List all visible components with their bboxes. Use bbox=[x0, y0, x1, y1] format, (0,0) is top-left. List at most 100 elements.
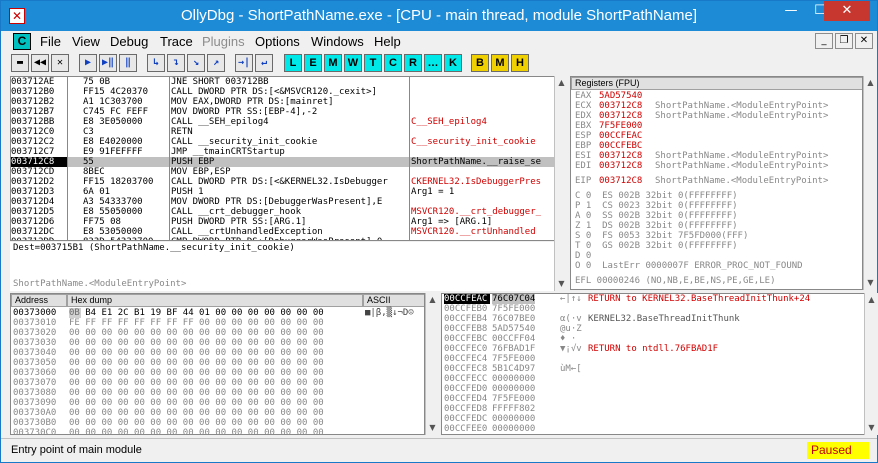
registers-scrollbar[interactable]: ▲ ▼ bbox=[863, 76, 877, 290]
dump-row[interactable]: 00373030 00 00 00 00 00 00 00 00 00 00 00… bbox=[13, 338, 423, 348]
cpu-window-button[interactable]: C bbox=[384, 54, 402, 72]
dump-address-header[interactable]: Address bbox=[11, 294, 67, 307]
trace-over-button[interactable]: ↗ bbox=[207, 54, 225, 72]
stack-row[interactable]: 00CCFED4 7F5FE000 bbox=[442, 394, 864, 404]
stack-row[interactable]: 00CCFEB8 5AD57540 @u·Z bbox=[442, 324, 864, 334]
flag-segment-row[interactable]: A 0 SS 002B 32bit 0(FFFFFFFF) bbox=[575, 211, 860, 221]
scroll-up-icon[interactable]: ▲ bbox=[555, 76, 568, 90]
dump-row[interactable]: 003730A0 00 00 00 00 00 00 00 00 00 00 00… bbox=[13, 408, 423, 418]
stack-pane[interactable]: 00CCFEAC 76C07C04 ←|↑↓ RETURN to KERNEL32.B… bbox=[441, 293, 865, 435]
run-thread-button[interactable]: ▶‖ bbox=[99, 54, 117, 72]
register-row[interactable]: EBP 00CCFEBC bbox=[575, 141, 860, 151]
disassembler-pane[interactable]: 003712AE 75 0B JNE SHORT 003712BB 003712B0 F… bbox=[10, 76, 557, 241]
menu-options[interactable]: Options bbox=[255, 34, 300, 49]
stack-row[interactable]: 00CCFEC4 7F5FE000 bbox=[442, 354, 864, 364]
modules-window-button[interactable]: E bbox=[304, 54, 322, 72]
stack-row[interactable]: 00CCFEC0 76FBAD1F ▼¡√v RETURN to ntdll.76FB… bbox=[442, 344, 864, 354]
disasm-row[interactable]: 003712C7 E9 91FEFFFF JMP __tmainCRTStartup bbox=[11, 147, 556, 157]
disasm-row[interactable]: 003712D6 FF75 08 PUSH DWORD PTR SS:[ARG.1]… bbox=[11, 217, 556, 227]
disasm-row[interactable]: 003712DD 833D 54333700CMP DWORD PTR DS:[D… bbox=[11, 237, 556, 240]
dump-row[interactable]: 00373020 00 00 00 00 00 00 00 00 00 00 00… bbox=[13, 328, 423, 338]
mdi-close-button[interactable]: ✕ bbox=[855, 33, 873, 49]
flag-segment-row[interactable]: Z 1 DS 002B 32bit 0(FFFFFFFF) bbox=[575, 221, 860, 231]
flag-segment-row[interactable]: D 0 bbox=[575, 251, 860, 261]
dump-row[interactable]: 00373080 00 00 00 00 00 00 00 00 00 00 00… bbox=[13, 388, 423, 398]
scroll-down-icon[interactable]: ▼ bbox=[864, 276, 877, 290]
register-row[interactable]: ECX 003712C8 ShortPathName.<ModuleEntryPoi… bbox=[575, 101, 860, 111]
register-row[interactable]: EBX 7F5FE000 bbox=[575, 121, 860, 131]
register-row[interactable]: EDX 003712C8 ShortPathName.<ModuleEntryPoi… bbox=[575, 111, 860, 121]
disasm-row[interactable]: 003712B2 A1 1C303700 MOV EAX,DWORD PTR DS:… bbox=[11, 97, 556, 107]
menu-debug[interactable]: Debug bbox=[110, 34, 148, 49]
run-button[interactable]: ▶ bbox=[79, 54, 97, 72]
stack-row[interactable]: 00CCFEB0 7F5FE000 bbox=[442, 304, 864, 314]
flag-segment-row[interactable]: S 0 FS 0053 32bit 7F5FD000(FFF) bbox=[575, 231, 860, 241]
trace-into-button[interactable]: ↘ bbox=[187, 54, 205, 72]
disasm-row[interactable]: 003712CD 8BEC MOV EBP,ESP bbox=[11, 167, 556, 177]
memory-breakpoints-button[interactable]: M bbox=[491, 54, 509, 72]
log-window-button[interactable]: L bbox=[284, 54, 302, 72]
stack-row[interactable]: 00CCFED0 00000000 bbox=[442, 384, 864, 394]
flag-segment-row[interactable]: T 0 GS 002B 32bit 0(FFFFFFFF) bbox=[575, 241, 860, 251]
references-window-button[interactable]: R bbox=[404, 54, 422, 72]
restart-button[interactable]: ◀◀ bbox=[31, 54, 49, 72]
disasm-row[interactable]: 003712B0 FF15 4C20370 CALL DWORD PTR DS:[<… bbox=[11, 87, 556, 97]
close-window-button[interactable]: ✕ bbox=[824, 1, 870, 21]
disasm-row[interactable]: 003712AE 75 0B JNE SHORT 003712BB bbox=[11, 77, 556, 87]
windows-window-button[interactable]: W bbox=[344, 54, 362, 72]
scroll-up-icon[interactable]: ▲ bbox=[865, 293, 878, 307]
dump-pane[interactable]: Address Hex dump ASCII 00373000 0B B4 E1 … bbox=[10, 293, 425, 435]
open-file-button[interactable]: ▬ bbox=[11, 54, 29, 72]
close-program-button[interactable]: ✕ bbox=[51, 54, 69, 72]
stack-row[interactable]: 00CCFED8 FFFFF802 bbox=[442, 404, 864, 414]
menu-file[interactable]: File bbox=[40, 34, 61, 49]
call-stack-button[interactable]: K bbox=[444, 54, 462, 72]
disasm-row[interactable]: 003712D5 E8 55050000 CALL __crt_debugger_h… bbox=[11, 207, 556, 217]
dump-row[interactable]: 003730B0 00 00 00 00 00 00 00 00 00 00 00… bbox=[13, 418, 423, 428]
register-row[interactable]: ESI 003712C8 ShortPathName.<ModuleEntryPoi… bbox=[575, 151, 860, 161]
dump-row[interactable]: 00373010 FE FF FF FF FF FF FF FF 00 00 00… bbox=[13, 318, 423, 328]
stack-row[interactable]: 00CCFEE4F59E7001 @p×$ bbox=[442, 434, 864, 435]
scroll-down-icon[interactable]: ▼ bbox=[865, 421, 878, 435]
dump-row[interactable]: 00373040 00 00 00 00 00 00 00 00 00 00 00… bbox=[13, 348, 423, 358]
menu-plugins[interactable]: Plugins bbox=[202, 34, 245, 49]
efl-row[interactable]: EFL 00000246 (NO,NB,E,BE,NS,PE,GE,LE) bbox=[575, 276, 860, 286]
disasm-row[interactable]: 003712C8 55 PUSH EBP ShortPathName.__raise_… bbox=[11, 157, 556, 167]
disasm-row[interactable]: 003712C0 C3 RETN bbox=[11, 127, 556, 137]
pause-button[interactable]: ‖ bbox=[119, 54, 137, 72]
dump-row[interactable]: 00373090 00 00 00 00 00 00 00 00 00 00 00… bbox=[13, 398, 423, 408]
stack-scrollbar[interactable]: ▲ ▼ bbox=[864, 293, 878, 435]
menu-trace[interactable]: Trace bbox=[160, 34, 193, 49]
dump-scrollbar[interactable]: ▲ ▼ bbox=[425, 293, 439, 435]
registers-title[interactable]: Registers (FPU) bbox=[571, 77, 862, 90]
menu-help[interactable]: Help bbox=[374, 34, 401, 49]
flag-segment-row[interactable]: P 1 CS 0023 32bit 0(FFFFFFFF) bbox=[575, 201, 860, 211]
menu-windows[interactable]: Windows bbox=[311, 34, 364, 49]
title-bar[interactable]: ✕ OllyDbg - ShortPathName.exe - [CPU - m… bbox=[1, 1, 877, 31]
hardware-breakpoints-button[interactable]: H bbox=[511, 54, 529, 72]
disasm-row[interactable]: 003712B7 C745 FC FEFF MOV DWORD PTR SS:[EB… bbox=[11, 107, 556, 117]
scroll-down-icon[interactable]: ▼ bbox=[426, 421, 439, 435]
stack-row[interactable]: 00CCFEDC 00000000 bbox=[442, 414, 864, 424]
dump-row[interactable]: 00373060 00 00 00 00 00 00 00 00 00 00 00… bbox=[13, 368, 423, 378]
mdi-minimize-button[interactable]: _ bbox=[815, 33, 833, 49]
disasm-row[interactable]: 003712DC E8 53050000 CALL __crtUnhandledEx… bbox=[11, 227, 556, 237]
breakpoints-button[interactable]: B bbox=[471, 54, 489, 72]
disasm-row[interactable]: 003712C2 E8 E4020000 CALL __security_init_… bbox=[11, 137, 556, 147]
stack-row[interactable]: 00CCFEC8 5B1C4D97 ùM←[ bbox=[442, 364, 864, 374]
disasm-row[interactable]: 003712D2 FF15 18203700 CALL DWORD PTR DS:[… bbox=[11, 177, 556, 187]
cpu-window-icon[interactable]: C bbox=[13, 33, 31, 50]
stack-row[interactable]: 00CCFEAC 76C07C04 ←|↑↓ RETURN to KERNEL32.B… bbox=[442, 294, 864, 304]
dump-hex-header[interactable]: Hex dump bbox=[67, 294, 363, 307]
registers-pane[interactable]: Registers (FPU) EAX 5AD57540 ECX 003712C8 Sh… bbox=[570, 76, 863, 290]
step-over-button[interactable]: ↴ bbox=[167, 54, 185, 72]
scroll-down-icon[interactable]: ▼ bbox=[555, 277, 568, 291]
register-row[interactable]: EIP 003712C8 ShortPathName.<ModuleEntryPoi… bbox=[575, 176, 860, 186]
mdi-restore-button[interactable]: ❐ bbox=[835, 33, 853, 49]
stack-row[interactable]: 00CCFEB4 76C07BE0 α(·v KERNEL32.BaseThreadI… bbox=[442, 314, 864, 324]
dump-row[interactable]: 00373070 00 00 00 00 00 00 00 00 00 00 00… bbox=[13, 378, 423, 388]
register-row[interactable]: EDI 003712C8 ShortPathName.<ModuleEntryPoi… bbox=[575, 161, 860, 171]
scroll-up-icon[interactable]: ▲ bbox=[864, 76, 877, 90]
stack-row[interactable]: 00CCFEBC 00CCFF04 ♦ · bbox=[442, 334, 864, 344]
disasm-row[interactable]: 003712D4 A3 54333700 MOV DWORD PTR DS:[Deb… bbox=[11, 197, 556, 207]
